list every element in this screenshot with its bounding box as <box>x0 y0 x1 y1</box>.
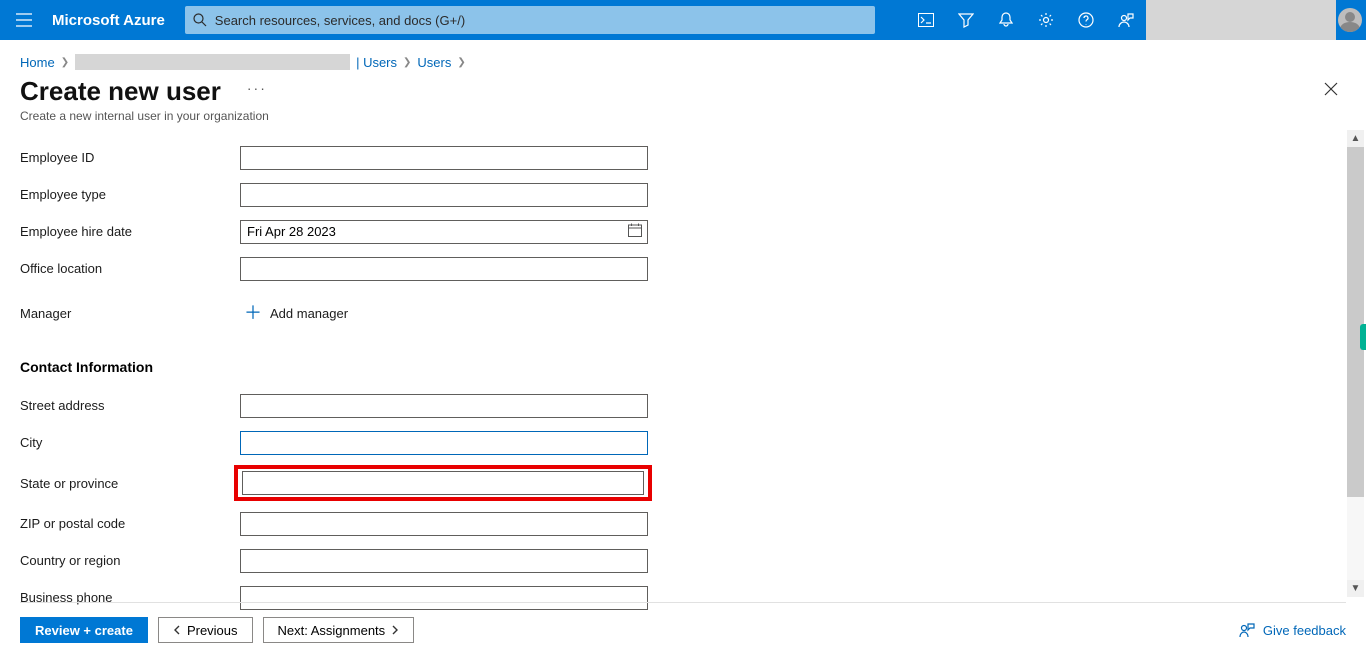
top-icon-group <box>906 0 1366 40</box>
page-title: Create new user <box>20 76 221 107</box>
chevron-right-icon: ❯ <box>61 57 69 68</box>
row-country: Country or region <box>20 542 1346 579</box>
row-zip: ZIP or postal code <box>20 505 1346 542</box>
side-tab-indicator[interactable] <box>1360 324 1366 350</box>
label-street-address: Street address <box>20 398 240 413</box>
chevron-right-icon <box>391 625 399 635</box>
menu-toggle[interactable] <box>0 0 48 40</box>
close-icon <box>1324 82 1338 96</box>
cloud-shell-icon <box>918 13 934 27</box>
breadcrumb-users-parent[interactable]: | Users <box>356 55 397 70</box>
person-feedback-icon <box>1239 622 1255 638</box>
date-picker-wrap <box>240 220 648 244</box>
cloud-shell-button[interactable] <box>906 0 946 40</box>
add-manager-label: Add manager <box>270 306 348 321</box>
label-employee-id: Employee ID <box>20 150 240 165</box>
give-feedback-label: Give feedback <box>1263 623 1346 638</box>
row-state-or-province: State or province <box>20 461 1346 505</box>
label-state-or-province: State or province <box>20 476 234 491</box>
input-employee-id[interactable] <box>240 146 648 170</box>
chevron-right-icon: ❯ <box>457 57 465 68</box>
page-subtitle: Create a new internal user in your organ… <box>0 107 1366 133</box>
add-manager-button[interactable]: ＋ Add manager <box>240 304 348 322</box>
form-body: Employee ID Employee type Employee hire … <box>0 133 1366 616</box>
breadcrumb-users[interactable]: Users <box>417 55 451 70</box>
label-zip: ZIP or postal code <box>20 516 240 531</box>
review-create-button[interactable]: Review + create <box>20 617 148 643</box>
close-button[interactable] <box>1316 76 1346 105</box>
help-button[interactable] <box>1066 0 1106 40</box>
label-employee-type: Employee type <box>20 187 240 202</box>
more-actions-button[interactable]: ··· <box>247 80 267 96</box>
bell-icon <box>999 12 1013 28</box>
next-button[interactable]: Next: Assignments <box>263 617 415 643</box>
brand-label[interactable]: Microsoft Azure <box>48 12 177 29</box>
filter-button[interactable] <box>946 0 986 40</box>
breadcrumb-tenant-redacted <box>75 54 350 70</box>
input-zip[interactable] <box>240 512 648 536</box>
give-feedback-link[interactable]: Give feedback <box>1239 622 1346 638</box>
label-city: City <box>20 435 240 450</box>
notifications-button[interactable] <box>986 0 1026 40</box>
calendar-button[interactable] <box>628 223 642 242</box>
global-search[interactable] <box>185 6 875 34</box>
row-office-location: Office location <box>20 250 1346 287</box>
row-employee-type: Employee type <box>20 176 1346 213</box>
label-country: Country or region <box>20 553 240 568</box>
breadcrumb: Home ❯ | Users ❯ Users ❯ <box>0 40 1366 76</box>
settings-button[interactable] <box>1026 0 1066 40</box>
previous-button[interactable]: Previous <box>158 617 253 643</box>
input-country[interactable] <box>240 549 648 573</box>
top-bar: Microsoft Azure <box>0 0 1366 40</box>
row-city: City <box>20 424 1346 461</box>
account-avatar[interactable] <box>1338 8 1362 32</box>
global-search-input[interactable] <box>215 13 867 28</box>
hamburger-icon <box>16 13 32 27</box>
page-header: Create new user ··· <box>0 76 1366 107</box>
row-employee-id: Employee ID <box>20 139 1346 176</box>
section-contact-information: Contact Information <box>20 339 1346 387</box>
account-bar-placeholder <box>1146 0 1336 40</box>
scroll-thumb[interactable] <box>1347 147 1364 497</box>
help-icon <box>1078 12 1094 28</box>
breadcrumb-home[interactable]: Home <box>20 55 55 70</box>
filter-icon <box>958 12 974 28</box>
feedback-top-button[interactable] <box>1106 0 1146 40</box>
label-office-location: Office location <box>20 261 240 276</box>
label-manager: Manager <box>20 306 240 321</box>
scroll-up-button[interactable]: ▲ <box>1347 130 1364 147</box>
footer-actions: Review + create Previous Next: Assignmen… <box>20 602 1346 643</box>
label-employee-hire-date: Employee hire date <box>20 224 240 239</box>
plus-icon: ＋ <box>244 304 262 322</box>
input-street-address[interactable] <box>240 394 648 418</box>
input-office-location[interactable] <box>240 257 648 281</box>
row-street-address: Street address <box>20 387 1346 424</box>
person-feedback-icon <box>1118 12 1134 28</box>
row-manager: Manager ＋ Add manager <box>20 287 1346 339</box>
next-label: Next: Assignments <box>278 623 386 638</box>
previous-label: Previous <box>187 623 238 638</box>
input-employee-type[interactable] <box>240 183 648 207</box>
calendar-icon <box>628 223 642 237</box>
input-state-or-province[interactable] <box>242 471 644 495</box>
scroll-down-button[interactable]: ▼ <box>1347 580 1364 597</box>
input-employee-hire-date[interactable] <box>240 220 648 244</box>
review-create-label: Review + create <box>35 623 133 638</box>
chevron-left-icon <box>173 625 181 635</box>
input-city[interactable] <box>240 431 648 455</box>
search-icon <box>193 13 207 27</box>
row-employee-hire-date: Employee hire date <box>20 213 1346 250</box>
chevron-right-icon: ❯ <box>403 57 411 68</box>
highlighted-field <box>234 465 652 501</box>
gear-icon <box>1038 12 1054 28</box>
